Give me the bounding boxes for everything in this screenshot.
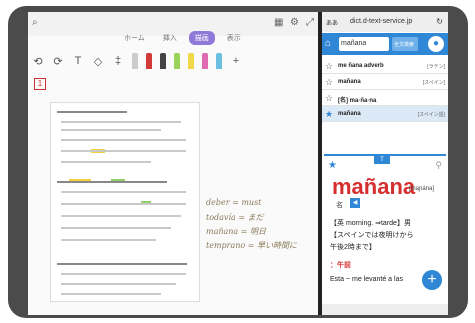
star-icon[interactable]: ★ [328, 160, 337, 171]
speaker-icon[interactable]: ◀ [350, 198, 360, 208]
type-badge: T [374, 156, 390, 164]
ribbon-tabs: ホーム 挿入 描画 表示 [118, 31, 247, 45]
sense-label: ：午前 [330, 262, 351, 269]
add-icon[interactable]: + [230, 55, 242, 67]
handwritten-note: todavía = まだ [206, 213, 264, 222]
eraser-icon[interactable] [132, 53, 138, 69]
headword: mañana [332, 174, 416, 199]
highlighter-pink-icon[interactable] [202, 53, 208, 69]
tab-view[interactable]: 表示 [221, 31, 247, 45]
pen-red-icon[interactable] [146, 53, 152, 69]
result-label: mañana [338, 111, 361, 117]
list-item[interactable]: ☆ [名] ma·ña·na [322, 90, 448, 106]
result-label: mañana [338, 79, 361, 85]
link-icon[interactable]: ⚲ [435, 160, 442, 171]
pos-label: 名 [336, 202, 343, 209]
star-icon[interactable]: ☆ [325, 93, 333, 104]
user-icon[interactable]: ● [428, 36, 444, 52]
star-icon[interactable]: ★ [325, 109, 333, 120]
list-item-selected[interactable]: ★ mañana [スペイン語] [322, 106, 448, 122]
expand-icon[interactable]: ⤢ [306, 18, 314, 28]
browser-address-bar[interactable]: ああ dict.d-text-service.jp ↻ [322, 12, 448, 32]
page-indicator[interactable]: 1 [34, 78, 46, 90]
document-page [50, 102, 200, 302]
ruler-icon[interactable]: ‡ [112, 55, 124, 67]
browser-bottom-bar [322, 304, 448, 315]
pen-black-icon[interactable] [160, 53, 166, 69]
star-icon[interactable]: ☆ [325, 61, 333, 72]
tab-home[interactable]: ホーム [118, 31, 151, 45]
handwritten-note: deber = must [206, 198, 262, 207]
search-icon[interactable]: ⌕ [32, 18, 38, 28]
drawing-toolbar: ⟲ ⟳ T ◇ ‡ + [28, 46, 318, 76]
result-label: me ñana adverb [338, 63, 384, 69]
fulltext-search-button[interactable]: 全文検索 [392, 37, 418, 51]
shape-icon[interactable]: ◇ [92, 55, 104, 68]
entry-card: ★ T ⚲ mañana [maɲána] 名 ◀ 【英 morning. ⇒t… [324, 154, 446, 304]
tablet-screen: ⌕ ▦ ⚙ ⤢ ホーム 挿入 描画 表示 ⟲ ⟳ T ◇ ‡ + 1 deber… [28, 12, 448, 315]
list-item[interactable]: ☆ mañana [スペイン] [322, 74, 448, 90]
result-source: [スペイン語] [417, 112, 445, 118]
handwritten-note: mañana = 明日 [206, 227, 266, 236]
grid-icon[interactable]: ▦ [274, 18, 283, 28]
result-source: [ラテン] [427, 64, 445, 70]
list-item[interactable]: ☆ me ñana adverb [ラテン] [322, 58, 448, 74]
url-text[interactable]: dict.d-text-service.jp [350, 18, 412, 25]
definition-line: 午後2時まで】 [330, 244, 376, 251]
redo-icon[interactable]: ⟳ [52, 55, 64, 68]
highlighter-yellow-icon[interactable] [188, 53, 194, 69]
tab-insert[interactable]: 挿入 [157, 31, 183, 45]
dictionary-app: ああ dict.d-text-service.jp ↻ ⌂ mañana 全文検… [322, 12, 448, 315]
result-list: ☆ me ñana adverb [ラテン] ☆ mañana [スペイン] ☆… [322, 58, 448, 122]
home-icon[interactable]: ⌂ [325, 38, 337, 50]
gear-icon[interactable]: ⚙ [290, 18, 299, 28]
definition-line: 【スペインでは夜明けから [330, 232, 414, 239]
dict-search-bar: ⌂ mañana 全文検索 ● [322, 33, 448, 55]
result-label: [名] ma·ña·na [338, 98, 377, 104]
tab-draw[interactable]: 描画 [188, 31, 215, 45]
lasso-icon[interactable]: ⟲ [32, 55, 44, 68]
pronunciation: [maɲána] [409, 186, 435, 192]
star-icon[interactable]: ☆ [325, 77, 333, 88]
tablet: ⌕ ▦ ⚙ ⤢ ホーム 挿入 描画 表示 ⟲ ⟳ T ◇ ‡ + 1 deber… [0, 0, 475, 323]
highlighter-green-icon[interactable] [174, 53, 180, 69]
text-tool-icon[interactable]: T [72, 55, 84, 67]
reader-button[interactable]: ああ [326, 18, 338, 27]
handwritten-note: temprano = 早い時間に [206, 241, 298, 250]
search-input[interactable]: mañana [339, 37, 389, 51]
result-source: [スペイン] [422, 80, 445, 86]
definition-line: 【英 morning. ⇒tarde】男 [330, 220, 411, 227]
note-app: ⌕ ▦ ⚙ ⤢ ホーム 挿入 描画 表示 ⟲ ⟳ T ◇ ‡ + 1 deber… [28, 12, 318, 315]
add-button[interactable]: + [422, 270, 442, 290]
highlighter-blue-icon[interactable] [216, 53, 222, 69]
reload-icon[interactable]: ↻ [436, 17, 443, 26]
